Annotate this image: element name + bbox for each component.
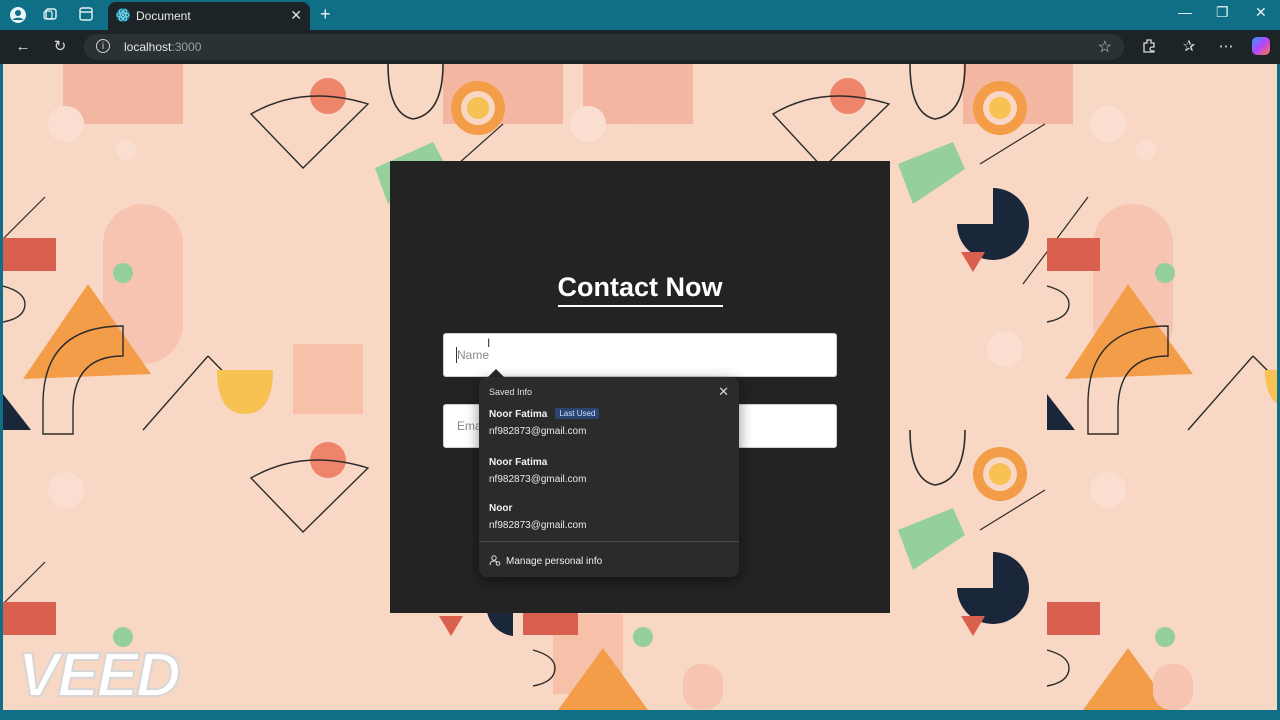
tab-actions-icon[interactable]: [77, 6, 95, 24]
react-favicon-icon: [116, 8, 130, 22]
tab-title: Document: [136, 9, 191, 23]
new-tab-icon[interactable]: +: [320, 4, 331, 25]
favorite-star-icon[interactable]: ☆: [1098, 37, 1112, 57]
text-cursor-icon: I: [487, 336, 491, 350]
last-used-badge: Last Used: [555, 408, 600, 419]
email-placeholder: Ema: [457, 419, 482, 433]
name-placeholder: Name: [457, 348, 490, 362]
more-options-icon[interactable]: ⋯: [1217, 38, 1235, 56]
site-info-icon[interactable]: i: [96, 39, 110, 53]
browser-toolbar: ← ↻ i localhost:3000 ☆ ✰ ⋯: [0, 30, 1280, 64]
popup-divider: [479, 541, 739, 542]
popup-close-icon[interactable]: ✕: [718, 384, 729, 400]
manage-personal-info-link[interactable]: Manage personal info: [489, 554, 602, 567]
address-bar[interactable]: i localhost:3000 ☆: [84, 34, 1124, 60]
veed-watermark: VEED: [17, 641, 182, 710]
entry-name: Noor Fatima: [489, 409, 548, 420]
personal-info-icon: [489, 554, 501, 566]
autofill-entry-2[interactable]: Noor Fatima nf982873@gmail.com: [489, 457, 586, 485]
extensions-icon[interactable]: [1140, 38, 1158, 56]
url-text: localhost:3000: [124, 40, 202, 54]
copilot-icon[interactable]: [1252, 37, 1270, 55]
autofill-popup: Saved Info ✕ Noor Fatima Last Used nf9828…: [479, 377, 739, 577]
entry-email: nf982873@gmail.com: [489, 426, 587, 437]
favorites-icon[interactable]: ✰: [1180, 38, 1198, 56]
reload-icon[interactable]: ↻: [51, 38, 69, 56]
workspaces-icon[interactable]: [42, 6, 60, 24]
minimize-icon[interactable]: —: [1178, 4, 1192, 20]
popup-header: Saved Info: [489, 387, 533, 397]
tab-document[interactable]: Document ✕: [108, 2, 310, 30]
tab-close-icon[interactable]: ✕: [290, 7, 302, 24]
page-title: Contact Now: [390, 271, 890, 307]
browser-title-bar: Document ✕ + — ❐ ✕: [0, 0, 1280, 30]
entry-email: nf982873@gmail.com: [489, 474, 587, 485]
close-window-icon[interactable]: ✕: [1255, 4, 1267, 21]
autofill-entry-3[interactable]: Noor nf982873@gmail.com: [489, 503, 586, 531]
entry-email: nf982873@gmail.com: [489, 520, 587, 531]
autofill-entry-1[interactable]: Noor Fatima Last Used nf982873@gmail.com: [489, 408, 600, 437]
window-bottom-edge: [0, 710, 1280, 720]
profile-icon[interactable]: [9, 6, 27, 24]
entry-name: Noor: [489, 503, 513, 514]
back-icon[interactable]: ←: [14, 38, 32, 56]
restore-icon[interactable]: ❐: [1216, 4, 1229, 21]
entry-name: Noor Fatima: [489, 457, 548, 468]
